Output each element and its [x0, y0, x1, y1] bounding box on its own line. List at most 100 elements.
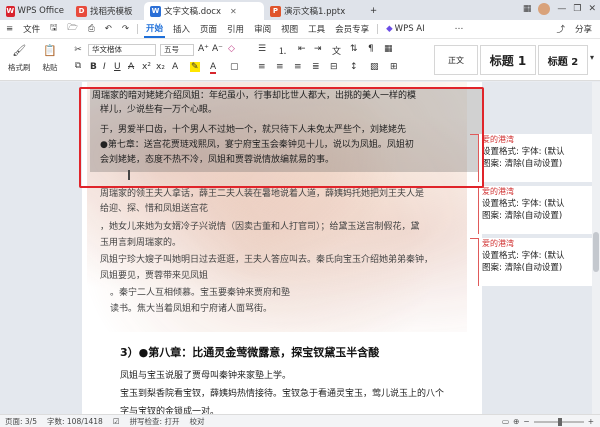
chapter-heading: 3）●第八章：比通灵金莺微露意，探宝钗黛玉半含酸	[120, 346, 380, 359]
menu-tab-page[interactable]: 页面	[198, 21, 219, 37]
style-heading-1[interactable]: 标题 1	[480, 45, 536, 75]
line-spacing-icon[interactable]: ↕	[350, 62, 358, 72]
italic-icon[interactable]: I	[103, 62, 106, 72]
indent-icon[interactable]: ⇥	[314, 44, 322, 54]
menu-tab-tools[interactable]: 工具	[306, 21, 327, 37]
brush-icon: 🖌	[12, 43, 27, 57]
zoom-control[interactable]: ▭ ⊕ − +	[502, 417, 594, 426]
redo-icon[interactable]: ↷	[120, 22, 131, 36]
clear-format-icon[interactable]: ◇	[228, 44, 235, 54]
doc-line: ，她女儿来她为女婿冷子兴说情（因卖古董和人打官司）；给黛玉送宫制假花，黛	[100, 222, 420, 232]
bold-icon[interactable]: B	[90, 62, 97, 72]
vertical-scrollbar[interactable]	[592, 82, 600, 414]
tab-ppt-document[interactable]: P 演示文稿1.pptx	[264, 2, 364, 20]
bullet-list-icon[interactable]: ☰	[258, 44, 266, 54]
font-color-icon[interactable]: A	[210, 62, 217, 74]
distributed-icon[interactable]: ⊟	[330, 62, 338, 72]
scroll-thumb[interactable]	[593, 232, 599, 272]
menu-tab-member[interactable]: 会员专享	[333, 21, 371, 37]
copy-icon: ⧉	[74, 61, 82, 71]
menu-tab-review[interactable]: 审阅	[252, 21, 273, 37]
doc-line: 凤姐要见，贾蓉带来见凤姐	[100, 271, 209, 281]
zoom-in-icon[interactable]: +	[588, 417, 594, 426]
font-name-select[interactable]: 华文楷体	[88, 44, 156, 56]
share-icon[interactable]: ⤴	[554, 21, 567, 37]
comment-card[interactable]: 爱的港湾 设置格式: 字体: (默认 图案: 清除(自动设置)	[478, 238, 593, 286]
chinese-layout-icon[interactable]: 文	[332, 44, 341, 57]
number-list-icon[interactable]: ⒈	[278, 44, 287, 57]
wps-ai-button[interactable]: ◆ WPS AI	[384, 22, 427, 36]
cut-copy-group[interactable]: ✂ ⧉	[70, 42, 86, 74]
tab-label: WPS Office	[17, 6, 64, 16]
style-normal[interactable]: 正文	[434, 45, 478, 75]
strikethrough-icon[interactable]: A	[128, 62, 134, 72]
paste-button[interactable]: 📋 粘贴	[42, 42, 58, 73]
undo-icon[interactable]: ↶	[103, 22, 114, 36]
superscript-icon[interactable]: x²	[142, 62, 151, 72]
justify-icon[interactable]: ≣	[312, 62, 320, 72]
styles-expand-icon[interactable]: ▾	[590, 53, 594, 62]
maximize-icon[interactable]: ❐	[573, 4, 581, 14]
menu-tab-home[interactable]: 开始	[144, 20, 166, 38]
save-icon[interactable]: 🖫	[48, 20, 59, 38]
grow-font-icon[interactable]: A⁺	[198, 44, 209, 54]
menu-file[interactable]: 文件	[21, 21, 42, 37]
hamburger-icon[interactable]: ≡	[4, 22, 15, 36]
menu-tab-insert[interactable]: 插入	[171, 21, 192, 37]
close-tab-icon[interactable]: ✕	[230, 7, 237, 16]
proofread-button[interactable]: 校对	[189, 416, 204, 427]
open-icon[interactable]: 🗁	[65, 20, 80, 38]
subscript-icon[interactable]: x₂	[156, 62, 165, 72]
menu-tab-view[interactable]: 视图	[279, 21, 300, 37]
check-icon[interactable]: ☑	[113, 417, 120, 426]
highlight-icon[interactable]: ✎	[190, 62, 200, 72]
doc-line: 玉用言刺周瑞家的。	[100, 238, 182, 248]
ppt-doc-icon: P	[270, 5, 281, 17]
spell-check-status[interactable]: 拼写检查: 打开	[130, 416, 180, 427]
close-window-icon[interactable]: ✕	[588, 4, 596, 14]
borders-icon[interactable]: ⊞	[390, 62, 398, 72]
word-count[interactable]: 字数: 108/1418	[47, 416, 103, 427]
zoom-out-icon[interactable]: −	[523, 417, 529, 426]
doc-line: 读书。焦大当着凤姐和宁府诸人面骂街。	[110, 304, 273, 314]
new-tab-button[interactable]: +	[364, 2, 382, 20]
minimize-icon[interactable]: —	[557, 4, 566, 14]
tab-wps-office[interactable]: W WPS Office	[0, 2, 70, 20]
avatar[interactable]	[538, 3, 551, 15]
grid-icon[interactable]: ▦	[523, 4, 532, 14]
align-left-icon[interactable]: ≡	[258, 62, 266, 72]
shading-icon[interactable]: ▨	[370, 62, 379, 72]
table-border-icon[interactable]: ▦	[384, 44, 393, 54]
comments-pane: 爱的港湾 设置格式: 字体: (默认 图案: 清除(自动设置) 爱的港湾 设置格…	[470, 82, 593, 414]
share-button[interactable]: 分享	[573, 21, 594, 37]
page-indicator[interactable]: 页面: 3/5	[5, 416, 37, 427]
ribbon: 🖌 格式刷 📋 粘贴 ✂ ⧉ 华文楷体 五号 A⁺ A⁻ ◇ B I U A x…	[0, 39, 600, 81]
doc-line: 凤姐宁珍大嫂子叫她明日过去逛逛，王夫人答应叫去。秦氏向宝玉介绍她弟弟秦钟，	[100, 255, 434, 265]
outdent-icon[interactable]: ⇤	[298, 44, 306, 54]
show-marks-icon[interactable]: ¶	[368, 44, 374, 54]
tab-label: 找稻壳模板	[90, 7, 133, 17]
style-heading-2[interactable]: 标题 2	[538, 45, 588, 75]
format-painter-button[interactable]: 🖌 格式刷	[8, 42, 31, 73]
text-effect-icon[interactable]: A	[172, 62, 178, 72]
title-bar: W WPS Office D 找稻壳模板 W 文字文稿.docx ✕ P 演示文…	[0, 0, 600, 20]
view-mode-icon[interactable]: ▭	[502, 417, 509, 426]
comment-text: 设置格式: 字体: (默认	[482, 199, 565, 209]
align-center-icon[interactable]: ≡	[276, 62, 284, 72]
font-size-select[interactable]: 五号	[160, 44, 194, 56]
char-border-icon[interactable]: ▢	[230, 62, 239, 72]
zoom-knob[interactable]	[557, 417, 562, 426]
print-icon[interactable]: ⎙	[86, 22, 97, 36]
underline-icon[interactable]: U	[114, 62, 121, 72]
comment-card[interactable]: 爱的港湾 设置格式: 字体: (默认 图案: 清除(自动设置)	[478, 134, 593, 182]
web-view-icon[interactable]: ⊕	[513, 417, 519, 426]
more-icon[interactable]: ⋯	[453, 22, 466, 36]
zoom-slider[interactable]	[533, 417, 584, 426]
menu-tab-reference[interactable]: 引用	[225, 21, 246, 37]
shrink-font-icon[interactable]: A⁻	[212, 44, 223, 54]
comment-card[interactable]: 爱的港湾 设置格式: 字体: (默认 图案: 清除(自动设置)	[478, 186, 593, 234]
tab-docer-templates[interactable]: D 找稻壳模板	[70, 2, 144, 20]
tab-word-document[interactable]: W 文字文稿.docx ✕	[144, 2, 264, 20]
sort-icon[interactable]: ⇅	[350, 44, 358, 54]
align-right-icon[interactable]: ≡	[294, 62, 302, 72]
